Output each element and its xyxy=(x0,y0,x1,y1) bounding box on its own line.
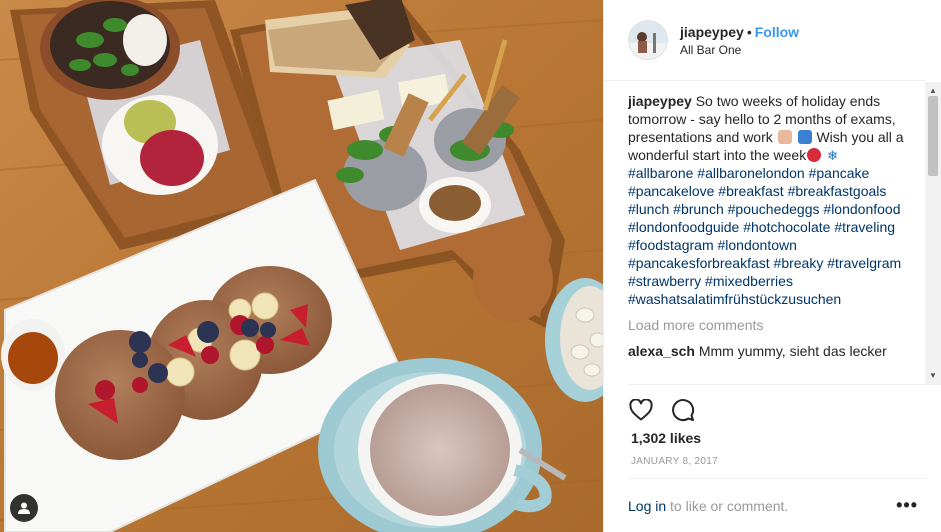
hashtag-link[interactable]: #allbarone xyxy=(628,165,693,181)
follow-button[interactable]: Follow xyxy=(755,24,799,40)
breakfast-photo-illustration xyxy=(0,0,603,532)
hashtag-link[interactable]: #breaky xyxy=(774,255,824,271)
post-date[interactable]: JANUARY 8, 2017 xyxy=(631,456,718,467)
scroll-down-arrow-icon[interactable]: ▼ xyxy=(929,371,937,381)
comments-list[interactable]: jiapeypey So two weeks of holiday ends t… xyxy=(628,92,904,382)
comments-scrollbar[interactable]: ▲ ▼ xyxy=(925,82,941,385)
woman-emoji-icon xyxy=(777,130,792,144)
comment-username[interactable]: alexa_sch xyxy=(628,343,695,359)
comment-bubble-icon xyxy=(672,399,695,422)
hashtag-link[interactable]: #allbaronelondon xyxy=(697,165,804,181)
user-tag-icon xyxy=(18,502,30,514)
hashtag-list: #allbarone #allbaronelondon #pancake #pa… xyxy=(628,164,904,308)
post-sidebar: jiapeypey • Follow All Bar One jiapeypey S… xyxy=(603,0,941,532)
hashtag-link[interactable]: #traveling xyxy=(834,219,895,235)
top-arrow-emoji-icon xyxy=(797,130,812,144)
load-more-comments-button[interactable]: Load more comments xyxy=(628,316,904,334)
post-footer: Log in to like or comment. ••• xyxy=(628,478,926,532)
hashtag-link[interactable]: #pancakesforbreakfast xyxy=(628,255,770,271)
instagram-post: jiapeypey • Follow All Bar One jiapeypey S… xyxy=(0,0,941,532)
location-link[interactable]: All Bar One xyxy=(680,42,799,58)
user-tag-button[interactable] xyxy=(10,494,38,522)
post-header: jiapeypey • Follow All Bar One xyxy=(604,0,926,81)
avatar[interactable] xyxy=(628,20,668,60)
hashtag-link[interactable]: #londonfood xyxy=(823,201,900,217)
heart-emoji-icon xyxy=(807,148,822,162)
caption: jiapeypey So two weeks of holiday ends t… xyxy=(628,92,904,164)
caption-username[interactable]: jiapeypey xyxy=(628,93,692,109)
comment-item: alexa_sch Mmm yummy, sieht das lecker xyxy=(628,342,904,360)
action-bar xyxy=(628,384,926,423)
likes-count[interactable]: 1,302 likes xyxy=(631,430,701,446)
hashtag-link[interactable]: #pouchedeggs xyxy=(728,201,820,217)
comment-button[interactable] xyxy=(670,397,696,423)
like-button[interactable] xyxy=(628,397,654,423)
header-username[interactable]: jiapeypey xyxy=(680,24,744,40)
hashtag-link[interactable]: #washatsalatimfrühstückzusuchen xyxy=(628,291,841,307)
heart-outline-icon xyxy=(629,399,653,421)
hashtag-link[interactable]: #londontown xyxy=(718,237,797,253)
hashtag-link[interactable]: #lunch xyxy=(628,201,669,217)
hashtag-link[interactable]: #hotchocolate xyxy=(743,219,830,235)
login-link[interactable]: Log in xyxy=(628,498,666,514)
hashtag-link[interactable]: #brunch xyxy=(673,201,724,217)
scroll-up-arrow-icon[interactable]: ▲ xyxy=(929,86,937,96)
hashtag-link[interactable]: #travelgram xyxy=(827,255,901,271)
hashtag-link[interactable]: #foodstagram xyxy=(628,237,714,253)
hashtag-link[interactable]: #breakfastgoals xyxy=(788,183,887,199)
snowflake-emoji-icon: ❄ xyxy=(827,148,839,163)
login-prompt-text: to like or comment. xyxy=(670,497,789,514)
scrollbar-thumb[interactable] xyxy=(928,96,938,176)
more-options-icon[interactable]: ••• xyxy=(896,495,918,516)
profile-picture xyxy=(629,21,667,59)
header-separator: • xyxy=(746,23,752,40)
comment-text: Mmm yummy, sieht das lecker xyxy=(698,343,887,359)
hashtag-link[interactable]: #breakfast xyxy=(718,183,783,199)
hashtag-link[interactable]: #londonfoodguide xyxy=(628,219,739,235)
post-photo[interactable] xyxy=(0,0,603,532)
hashtag-link[interactable]: #strawberry xyxy=(628,273,701,289)
hashtag-link[interactable]: #pancake xyxy=(809,165,870,181)
hashtag-link[interactable]: #pancakelove xyxy=(628,183,714,199)
hashtag-link[interactable]: #mixedberries xyxy=(705,273,793,289)
